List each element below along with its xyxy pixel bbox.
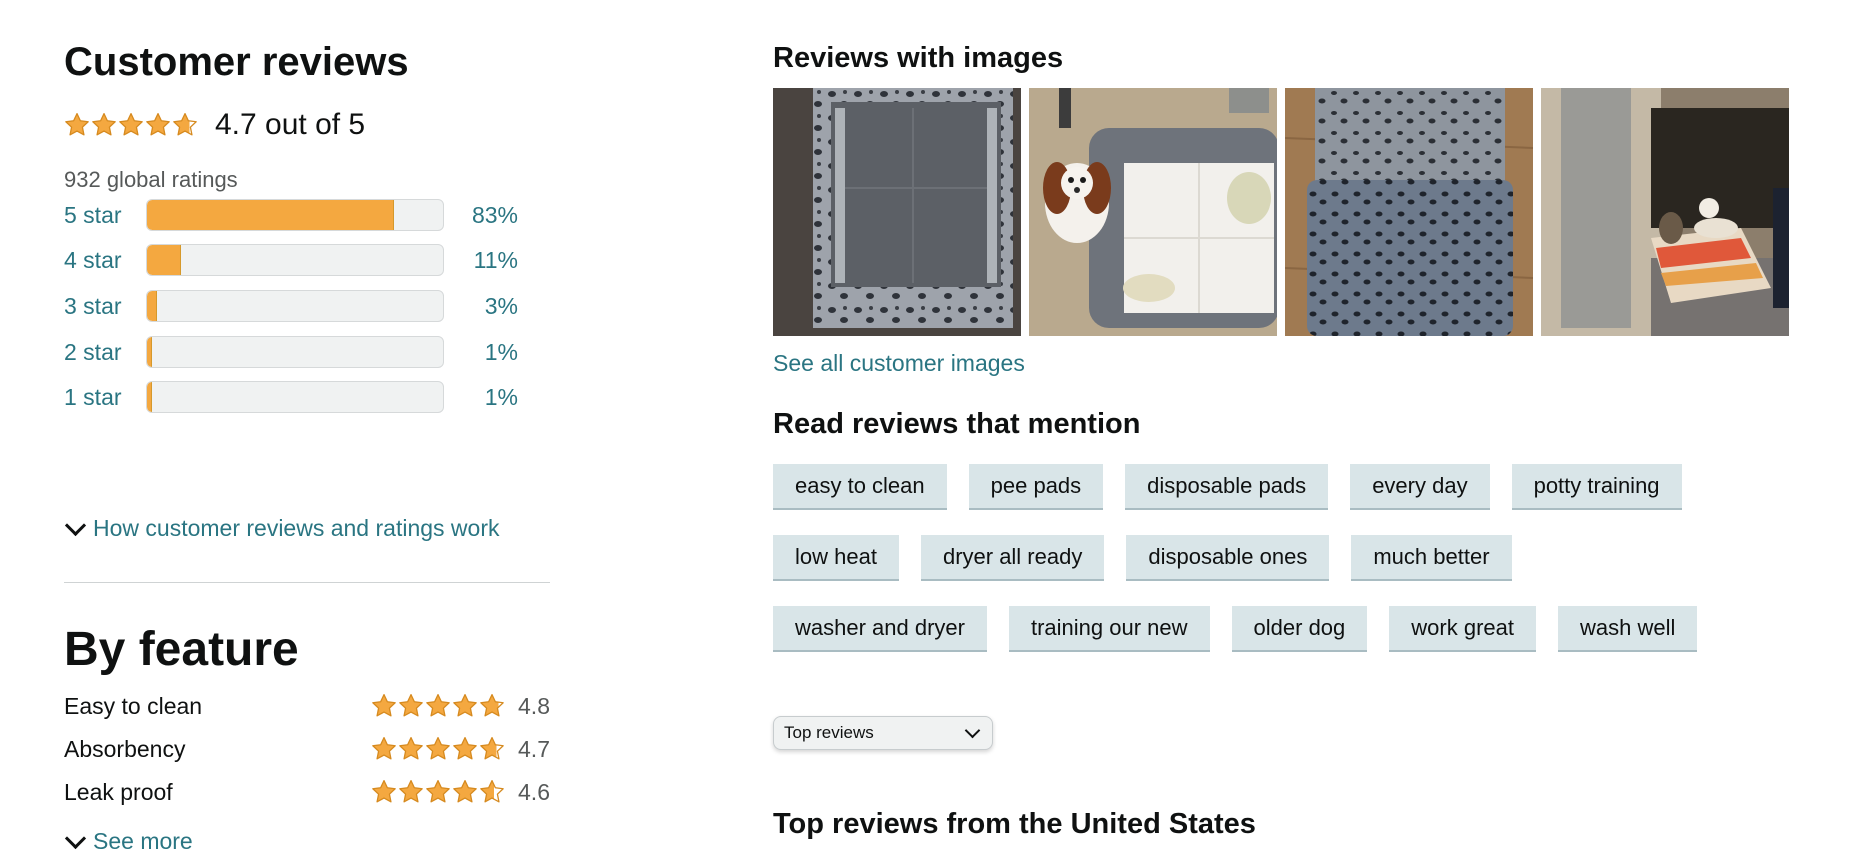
feature-row-leak-proof: Leak proof 4.6 — [64, 774, 550, 810]
mention-chip[interactable]: much better — [1351, 535, 1512, 581]
histogram-bar[interactable] — [146, 336, 444, 368]
star-icon — [399, 779, 423, 803]
feature-name: Easy to clean — [64, 692, 203, 719]
see-more-features-toggle[interactable]: See more — [64, 826, 193, 856]
mention-chip[interactable]: every day — [1350, 464, 1490, 510]
see-more-link[interactable]: See more — [93, 826, 193, 856]
mention-chip[interactable]: disposable pads — [1125, 464, 1329, 510]
mention-chip[interactable]: training our new — [1008, 606, 1210, 652]
histogram-bar-fill — [147, 337, 152, 367]
histogram-bar-fill — [147, 382, 152, 412]
histogram-label[interactable]: 1 star — [64, 384, 146, 411]
mention-chip[interactable]: older dog — [1231, 606, 1368, 652]
by-feature-title: By feature — [64, 623, 299, 676]
star-icon — [372, 693, 396, 717]
mention-chip[interactable]: washer and dryer — [773, 606, 987, 652]
star-icon — [426, 779, 450, 803]
feature-score: 4.7 — [518, 735, 550, 762]
mention-chip[interactable]: pee pads — [968, 464, 1104, 510]
histogram-row-4-star[interactable]: 4 star 11% — [64, 243, 550, 277]
review-image-thumbnail[interactable] — [1029, 88, 1277, 336]
histogram-percent[interactable]: 83% — [444, 202, 518, 229]
histogram-bar[interactable] — [146, 290, 444, 322]
mention-chip[interactable]: potty training — [1511, 464, 1682, 510]
histogram-row-5-star[interactable]: 5 star 83% — [64, 198, 550, 232]
star-icon — [399, 693, 423, 717]
review-image-strip — [773, 88, 1789, 336]
chevron-down-icon — [964, 722, 981, 739]
mention-chip[interactable]: dryer all ready — [920, 535, 1105, 581]
review-image-thumbnail[interactable] — [1285, 88, 1533, 336]
histogram-label[interactable]: 2 star — [64, 339, 146, 366]
star-icon — [426, 736, 450, 760]
chevron-down-icon — [64, 514, 87, 536]
top-reviews-heading: Top reviews from the United States — [773, 808, 1256, 840]
histogram-percent[interactable]: 3% — [444, 293, 518, 320]
feature-score: 4.8 — [518, 692, 550, 719]
mention-chip[interactable]: work great — [1389, 606, 1536, 652]
how-reviews-work-toggle[interactable]: How customer reviews and ratings work — [64, 513, 499, 543]
star-icon — [173, 112, 197, 136]
histogram-bar-fill — [147, 200, 394, 230]
histogram-percent[interactable]: 1% — [444, 339, 518, 366]
global-ratings-count: 932 global ratings — [64, 167, 238, 192]
mention-chip[interactable]: disposable ones — [1126, 535, 1330, 581]
star-icon — [146, 112, 170, 136]
star-icon — [372, 736, 396, 760]
star-icon — [426, 693, 450, 717]
feature-row-absorbency: Absorbency 4.7 — [64, 731, 550, 767]
feature-score: 4.6 — [518, 778, 550, 805]
star-icon — [372, 779, 396, 803]
feature-star-rating — [371, 736, 506, 762]
star-icon — [399, 736, 423, 760]
see-all-customer-images-link[interactable]: See all customer images — [773, 348, 1025, 378]
histogram-bar-fill — [147, 291, 157, 321]
histogram-percent[interactable]: 11% — [444, 247, 518, 274]
mention-chip[interactable]: low heat — [773, 535, 899, 581]
histogram-bar[interactable] — [146, 199, 444, 231]
sort-reviews-dropdown[interactable]: Top reviews — [773, 716, 993, 750]
star-icon — [119, 112, 143, 136]
mention-chip-row: low heat dryer all ready disposable ones… — [773, 535, 1534, 581]
overall-rating-text: 4.7 out of 5 — [215, 108, 366, 141]
feature-name: Absorbency — [64, 735, 186, 762]
customer-reviews-title: Customer reviews — [64, 40, 409, 84]
review-image-thumbnail[interactable] — [773, 88, 1021, 336]
histogram-label[interactable]: 5 star — [64, 202, 146, 229]
mention-chip-row: easy to clean pee pads disposable pads e… — [773, 464, 1704, 510]
mention-chip[interactable]: wash well — [1558, 606, 1698, 652]
histogram-bar[interactable] — [146, 244, 444, 276]
chevron-down-icon — [64, 827, 87, 849]
star-icon — [453, 736, 477, 760]
review-image-thumbnail[interactable] — [1541, 88, 1789, 336]
histogram-label[interactable]: 4 star — [64, 247, 146, 274]
feature-row-easy-to-clean: Easy to clean 4.8 — [64, 688, 550, 724]
star-icon — [480, 779, 504, 803]
how-reviews-work-link[interactable]: How customer reviews and ratings work — [93, 513, 499, 543]
overall-star-rating[interactable] — [64, 112, 199, 138]
reviews-with-images-title: Reviews with images — [773, 42, 1064, 74]
histogram-row-1-star[interactable]: 1 star 1% — [64, 380, 550, 414]
histogram-bar[interactable] — [146, 381, 444, 413]
histogram-percent[interactable]: 1% — [444, 384, 518, 411]
sort-selected-value: Top reviews — [784, 723, 874, 742]
star-icon — [480, 736, 504, 760]
mention-chip[interactable]: easy to clean — [773, 464, 947, 510]
histogram-row-3-star[interactable]: 3 star 3% — [64, 289, 550, 323]
star-icon — [480, 693, 504, 717]
mention-chip-row: washer and dryer training our new older … — [773, 606, 1719, 652]
feature-star-rating — [371, 693, 506, 719]
feature-star-rating — [371, 779, 506, 805]
histogram-row-2-star[interactable]: 2 star 1% — [64, 335, 550, 369]
star-icon — [92, 112, 116, 136]
feature-name: Leak proof — [64, 778, 173, 805]
overall-rating: 4.7 out of 5 — [64, 106, 365, 144]
star-icon — [65, 112, 89, 136]
read-reviews-that-mention-title: Read reviews that mention — [773, 408, 1141, 440]
star-icon — [453, 693, 477, 717]
histogram-bar-fill — [147, 245, 181, 275]
histogram-label[interactable]: 3 star — [64, 293, 146, 320]
section-divider — [64, 582, 550, 583]
star-icon — [453, 779, 477, 803]
